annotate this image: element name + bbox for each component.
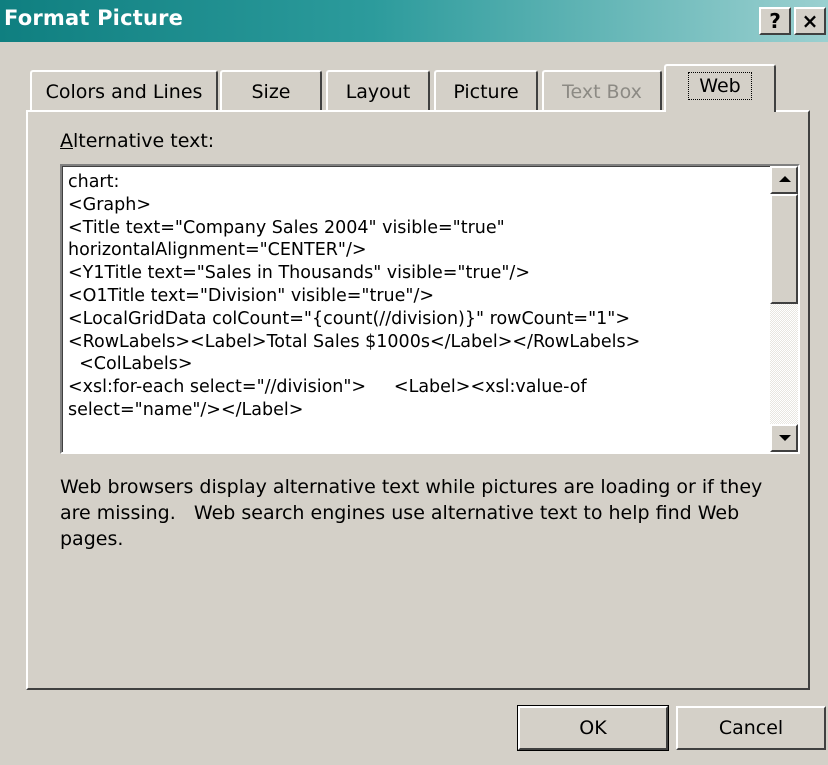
close-button[interactable]: × bbox=[794, 7, 826, 35]
alt-text-line: <LocalGridData colCount="{count(//divisi… bbox=[68, 308, 630, 329]
tab-label: Picture bbox=[453, 81, 519, 103]
tab-label: Text Box bbox=[562, 81, 642, 103]
web-tab-panel: Alternative text: chart: <Graph> <Title … bbox=[26, 110, 810, 690]
tab-text-box: Text Box bbox=[542, 70, 662, 112]
window-title: Format Picture bbox=[4, 6, 184, 30]
tab-label: Web bbox=[688, 72, 752, 100]
close-icon: × bbox=[801, 9, 819, 33]
scroll-thumb[interactable] bbox=[770, 194, 798, 304]
vertical-scrollbar[interactable] bbox=[770, 166, 798, 452]
alt-text-line: chart: bbox=[68, 172, 120, 192]
scroll-up-button[interactable] bbox=[770, 166, 798, 194]
cancel-button-label: Cancel bbox=[718, 717, 784, 739]
alt-text-line: <Graph> bbox=[68, 194, 152, 215]
help-icon: ? bbox=[769, 9, 781, 33]
tab-label: Layout bbox=[345, 81, 411, 103]
tab-web[interactable]: Web bbox=[664, 64, 776, 112]
tab-label: Colors and Lines bbox=[45, 81, 203, 103]
format-picture-dialog: Format Picture ? × Colors and Lines Size… bbox=[0, 0, 828, 765]
alt-text-line: <xsl:for-each select="//division"> <Labe… bbox=[68, 377, 587, 398]
cancel-button[interactable]: Cancel bbox=[676, 706, 826, 750]
alt-text-line: <O1Title text="Division" visible="true"/… bbox=[68, 285, 435, 306]
alt-text-line: <ColLabels> bbox=[68, 354, 193, 375]
alternative-text-description: Web browsers display alternative text wh… bbox=[60, 476, 763, 550]
tab-label: Size bbox=[251, 81, 291, 103]
alt-text-line: <Y1Title text="Sales in Thousands" visib… bbox=[68, 263, 530, 284]
tab-layout[interactable]: Layout bbox=[326, 70, 430, 112]
alt-text-line: <RowLabels><Label>Total Sales $1000s</La… bbox=[68, 331, 641, 352]
arrow-up-icon bbox=[779, 176, 791, 182]
alt-text-line: select="name"/></Label> bbox=[68, 399, 304, 420]
alternative-text-field[interactable]: chart: <Graph> <Title text="Company Sale… bbox=[60, 164, 800, 454]
alternative-text-accelerator: A bbox=[60, 130, 73, 152]
tab-colors-and-lines[interactable]: Colors and Lines bbox=[30, 70, 218, 112]
alternative-text-content[interactable]: chart: <Graph> <Title text="Company Sale… bbox=[62, 166, 770, 452]
tab-picture[interactable]: Picture bbox=[434, 70, 538, 112]
title-bar[interactable]: Format Picture ? × bbox=[0, 0, 828, 42]
alternative-text-label: Alternative text: bbox=[60, 130, 214, 152]
alt-text-line: horizontalAlignment="CENTER"/> bbox=[68, 240, 367, 261]
ok-button[interactable]: OK bbox=[517, 705, 669, 751]
arrow-down-icon bbox=[779, 435, 791, 441]
ok-button-label: OK bbox=[579, 717, 607, 739]
alt-text-line: <Title text="Company Sales 2004" visible… bbox=[68, 217, 505, 238]
alternative-text-label-rest: lternative text: bbox=[73, 130, 215, 152]
scroll-down-button[interactable] bbox=[770, 424, 798, 452]
help-button[interactable]: ? bbox=[759, 7, 791, 35]
tab-size[interactable]: Size bbox=[220, 70, 322, 112]
